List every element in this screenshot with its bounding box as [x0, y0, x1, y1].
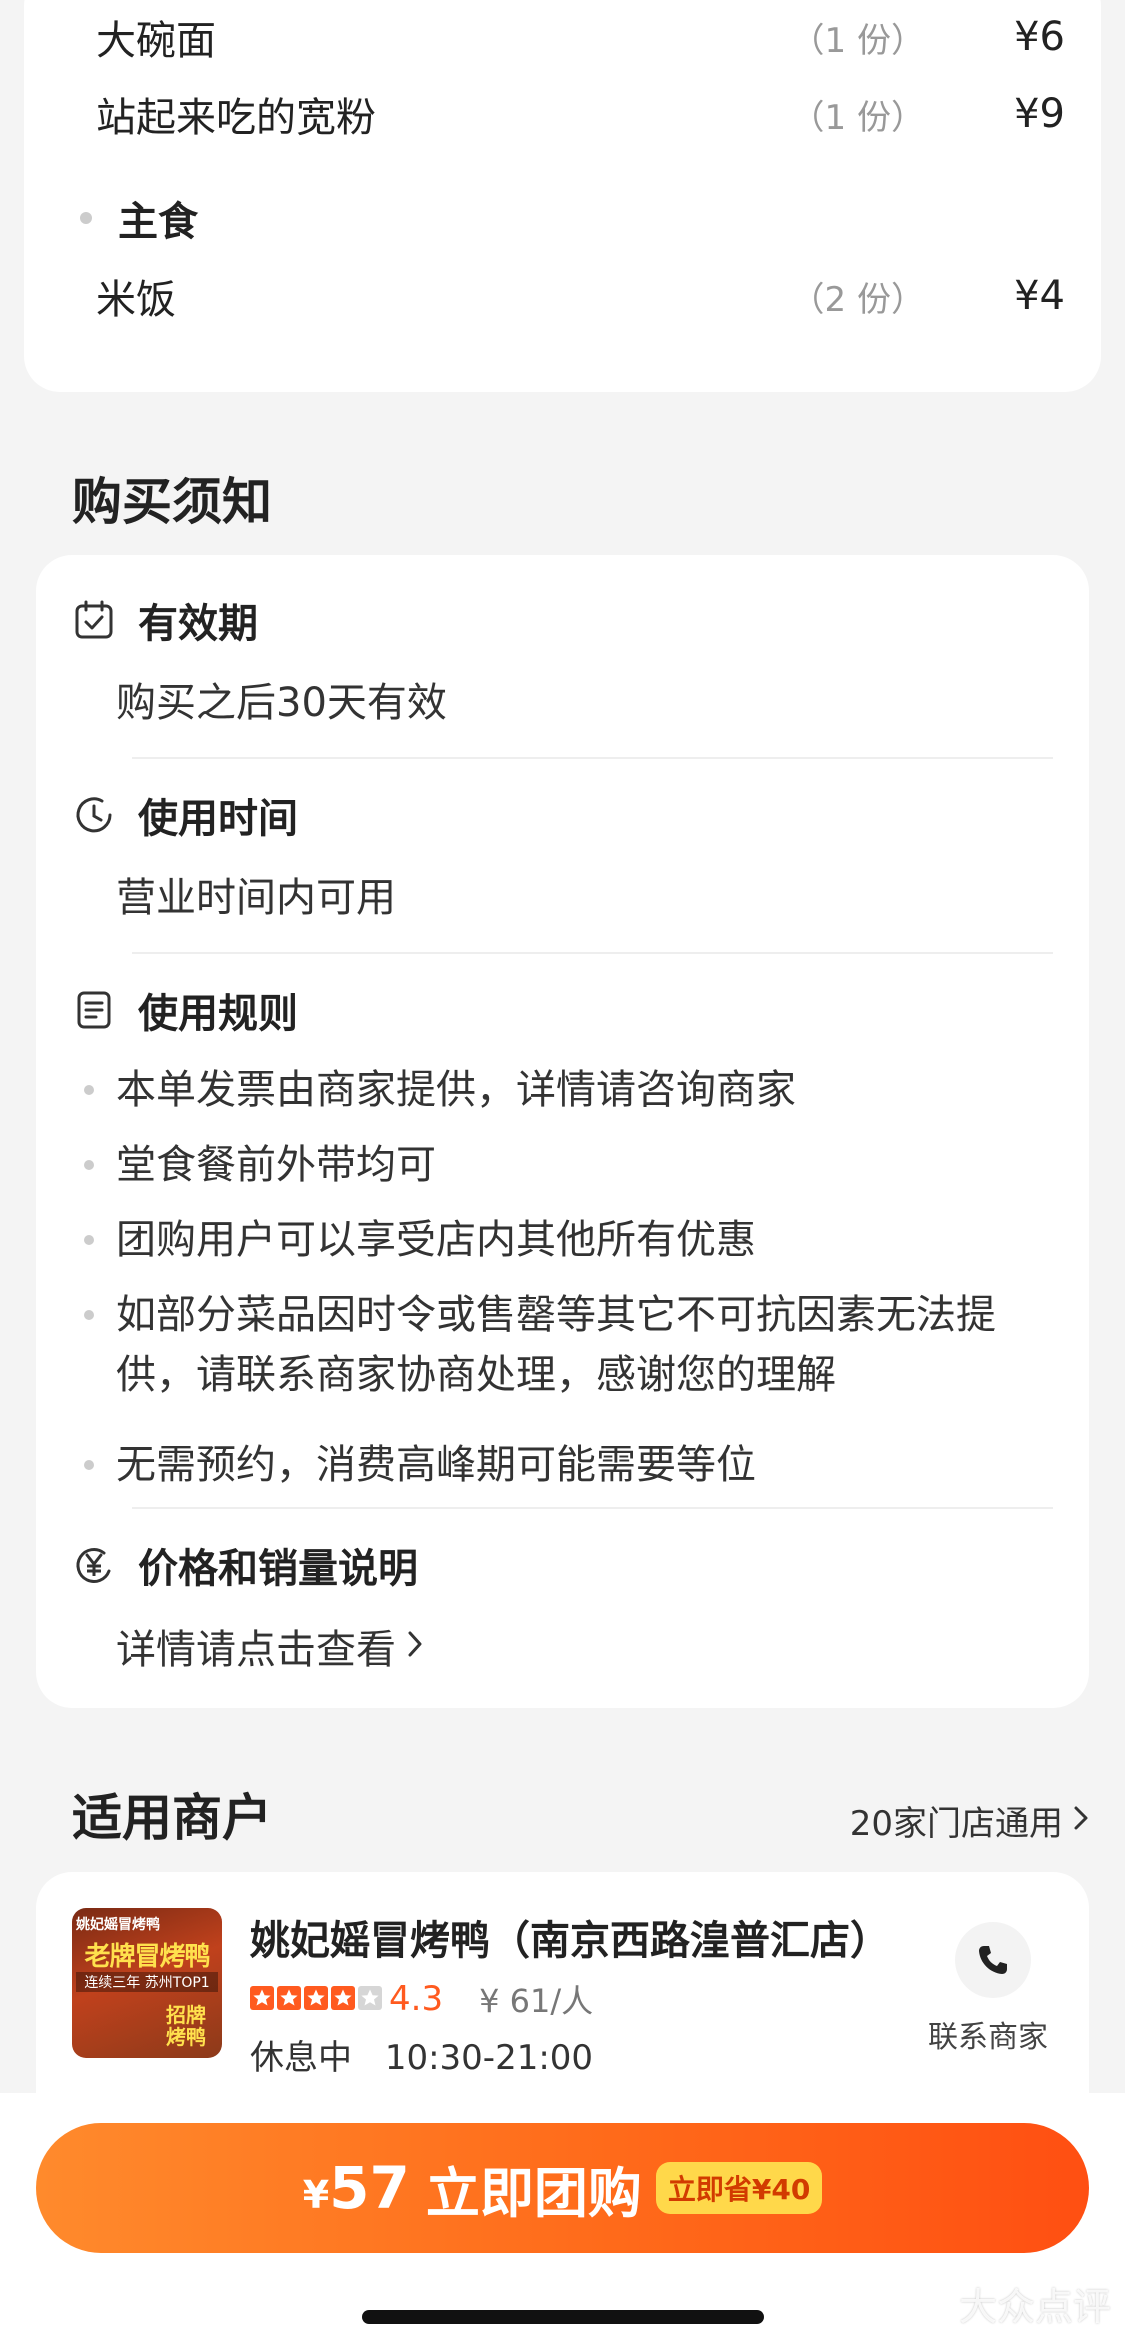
calendar-check-icon — [72, 598, 116, 642]
contact-merchant-button[interactable]: 联系商家 — [928, 1922, 1053, 2056]
star-rating — [250, 1980, 385, 2018]
rule-item: 如部分菜品因时令或售罄等其它不可抗因素无法提供，请联系商家协商处理，感谢您的理解 — [84, 1285, 1049, 1405]
watermark-text: 大众点评 — [958, 2285, 1111, 2329]
thumbnail-corner-text: 招牌烤鸭 — [166, 2003, 206, 2049]
rule-text: 本单发票由商家提供，详情请咨询商家 — [116, 1067, 796, 1113]
document-icon — [72, 988, 116, 1032]
divider — [132, 952, 1053, 954]
business-hours: 10:30-21:00 — [384, 2038, 594, 2078]
divider — [132, 757, 1053, 759]
bullet-dot — [84, 1310, 94, 1320]
rating-score: 4.3 — [389, 1979, 444, 2019]
store-count-link[interactable]: 20家门店通用 — [850, 1796, 1089, 1845]
star-filled-icon — [277, 1980, 301, 2010]
dish-name: 站起来吃的宽粉 — [96, 95, 376, 141]
divider — [132, 1507, 1053, 1509]
merchant-name[interactable]: 姚妃媱冒烤鸭（南京西路湟普汇店） — [250, 1908, 890, 1966]
phone-icon — [955, 1922, 1031, 1998]
rule-item: 无需预约，消费高峰期可能需要等位 — [84, 1435, 1049, 1495]
clock-icon — [72, 793, 116, 837]
dish-row: 站起来吃的宽粉 （1 份） ¥9 — [96, 84, 1065, 144]
notice-rules-label: 使用规则 — [138, 991, 298, 1037]
star-empty-icon — [358, 1980, 382, 2010]
merchant-card[interactable]: 姚妃媱冒烤鸭 老牌冒烤鸭 连续三年 苏州TOP1 招牌烤鸭 姚妃媱冒烤鸭（南京西… — [36, 1872, 1089, 2102]
dish-price: ¥9 — [1014, 91, 1065, 137]
star-filled-icon — [304, 1980, 328, 2010]
section-title-stores: 适用商户 — [72, 1789, 272, 1847]
deal-price: 57 — [329, 2154, 410, 2222]
dish-group-title: 主食 — [80, 188, 198, 248]
rule-item: 本单发票由商家提供，详情请咨询商家 — [84, 1060, 1049, 1120]
merchant-rating: 4.3 ¥ 61/人 — [250, 1976, 593, 2022]
dianping-logo-icon — [915, 2287, 947, 2321]
bullet-dot — [84, 1460, 94, 1470]
business-status: 休息中 — [250, 2038, 352, 2078]
star-filled-icon — [331, 1980, 355, 2010]
thumbnail-main-text: 老牌冒烤鸭 — [84, 1942, 210, 1972]
price-info-link-label: 详情请点击查看 — [116, 1627, 396, 1673]
bullet-dot — [84, 1235, 94, 1245]
dish-price: ¥6 — [1014, 14, 1065, 60]
notice-price-info-label: 价格和销量说明 — [138, 1546, 418, 1592]
notice-usage-time-text: 营业时间内可用 — [116, 875, 396, 921]
rule-text: 无需预约，消费高峰期可能需要等位 — [116, 1442, 756, 1488]
dish-name: 大碗面 — [96, 18, 216, 64]
dish-list-card: 大碗面 （1 份） ¥6 站起来吃的宽粉 （1 份） ¥9 主食 米饭 （2 份… — [24, 0, 1101, 392]
dish-quantity: （1 份） — [790, 97, 925, 138]
notice-validity-text: 购买之后30天有效 — [116, 680, 447, 726]
section-title-notice: 购买须知 — [72, 473, 272, 531]
star-filled-icon — [250, 1980, 274, 2010]
price-info-link[interactable]: 详情请点击查看 — [116, 1617, 424, 1675]
chevron-right-icon — [406, 1623, 424, 1669]
buy-now-label: 立即团购 — [425, 2161, 642, 2225]
notice-rules-heading: 使用规则 — [72, 980, 298, 1040]
merchant-hours: 休息中 10:30-21:00 — [250, 2030, 593, 2079]
dish-group-label: 主食 — [118, 199, 198, 245]
dish-quantity: （1 份） — [790, 20, 925, 61]
dish-row: 米饭 （2 份） ¥4 — [96, 266, 1065, 326]
merchant-thumbnail[interactable]: 姚妃媱冒烤鸭 老牌冒烤鸭 连续三年 苏州TOP1 招牌烤鸭 — [72, 1908, 222, 2058]
chevron-right-icon — [1073, 1801, 1089, 1841]
thumbnail-sub-text: 连续三年 苏州TOP1 — [76, 1972, 218, 1992]
dish-quantity: （2 份） — [790, 279, 925, 320]
dish-row: 大碗面 （1 份） ¥6 — [96, 7, 1065, 67]
contact-merchant-label: 联系商家 — [928, 2020, 1048, 2055]
savings-badge: 立即省¥40 — [655, 2162, 823, 2214]
buy-now-button[interactable]: ¥ 57 立即团购 立即省¥40 — [36, 2123, 1089, 2253]
bullet-dot — [84, 1085, 94, 1095]
rule-item: 堂食餐前外带均可 — [84, 1135, 1049, 1195]
thumbnail-brand-text: 姚妃媱冒烤鸭 — [76, 1917, 160, 1933]
bullet-dot — [80, 212, 92, 224]
notice-validity-heading: 有效期 — [72, 590, 258, 650]
deal-detail-page: 大碗面 （1 份） ¥6 站起来吃的宽粉 （1 份） ¥9 主食 米饭 （2 份… — [0, 0, 1125, 2341]
notice-usage-time-heading: 使用时间 — [72, 785, 298, 845]
watermark: 大众点评 — [911, 2276, 1111, 2331]
average-price: ¥ 61/人 — [479, 1982, 594, 2020]
dish-price: ¥4 — [1014, 273, 1065, 319]
notice-price-info-heading: 价格和销量说明 — [72, 1535, 418, 1595]
rule-text: 如部分菜品因时令或售罄等其它不可抗因素无法提供，请联系商家协商处理，感谢您的理解 — [116, 1292, 996, 1398]
currency-symbol: ¥ — [302, 2173, 330, 2217]
notice-validity-label: 有效期 — [138, 601, 258, 647]
rule-text: 堂食餐前外带均可 — [116, 1142, 436, 1188]
purchase-notice-card: 有效期 购买之后30天有效 使用时间 营业时间内可用 使用规则 本单发票由商家提… — [36, 555, 1089, 1708]
rule-text: 团购用户可以享受店内其他所有优惠 — [116, 1217, 756, 1263]
dish-name: 米饭 — [96, 277, 176, 323]
home-indicator[interactable] — [362, 2310, 764, 2324]
rule-item: 团购用户可以享受店内其他所有优惠 — [84, 1210, 1049, 1270]
notice-usage-time-label: 使用时间 — [138, 796, 298, 842]
yuan-circle-icon — [72, 1543, 116, 1587]
store-count-label: 20家门店通用 — [849, 1804, 1063, 1844]
bullet-dot — [84, 1160, 94, 1170]
